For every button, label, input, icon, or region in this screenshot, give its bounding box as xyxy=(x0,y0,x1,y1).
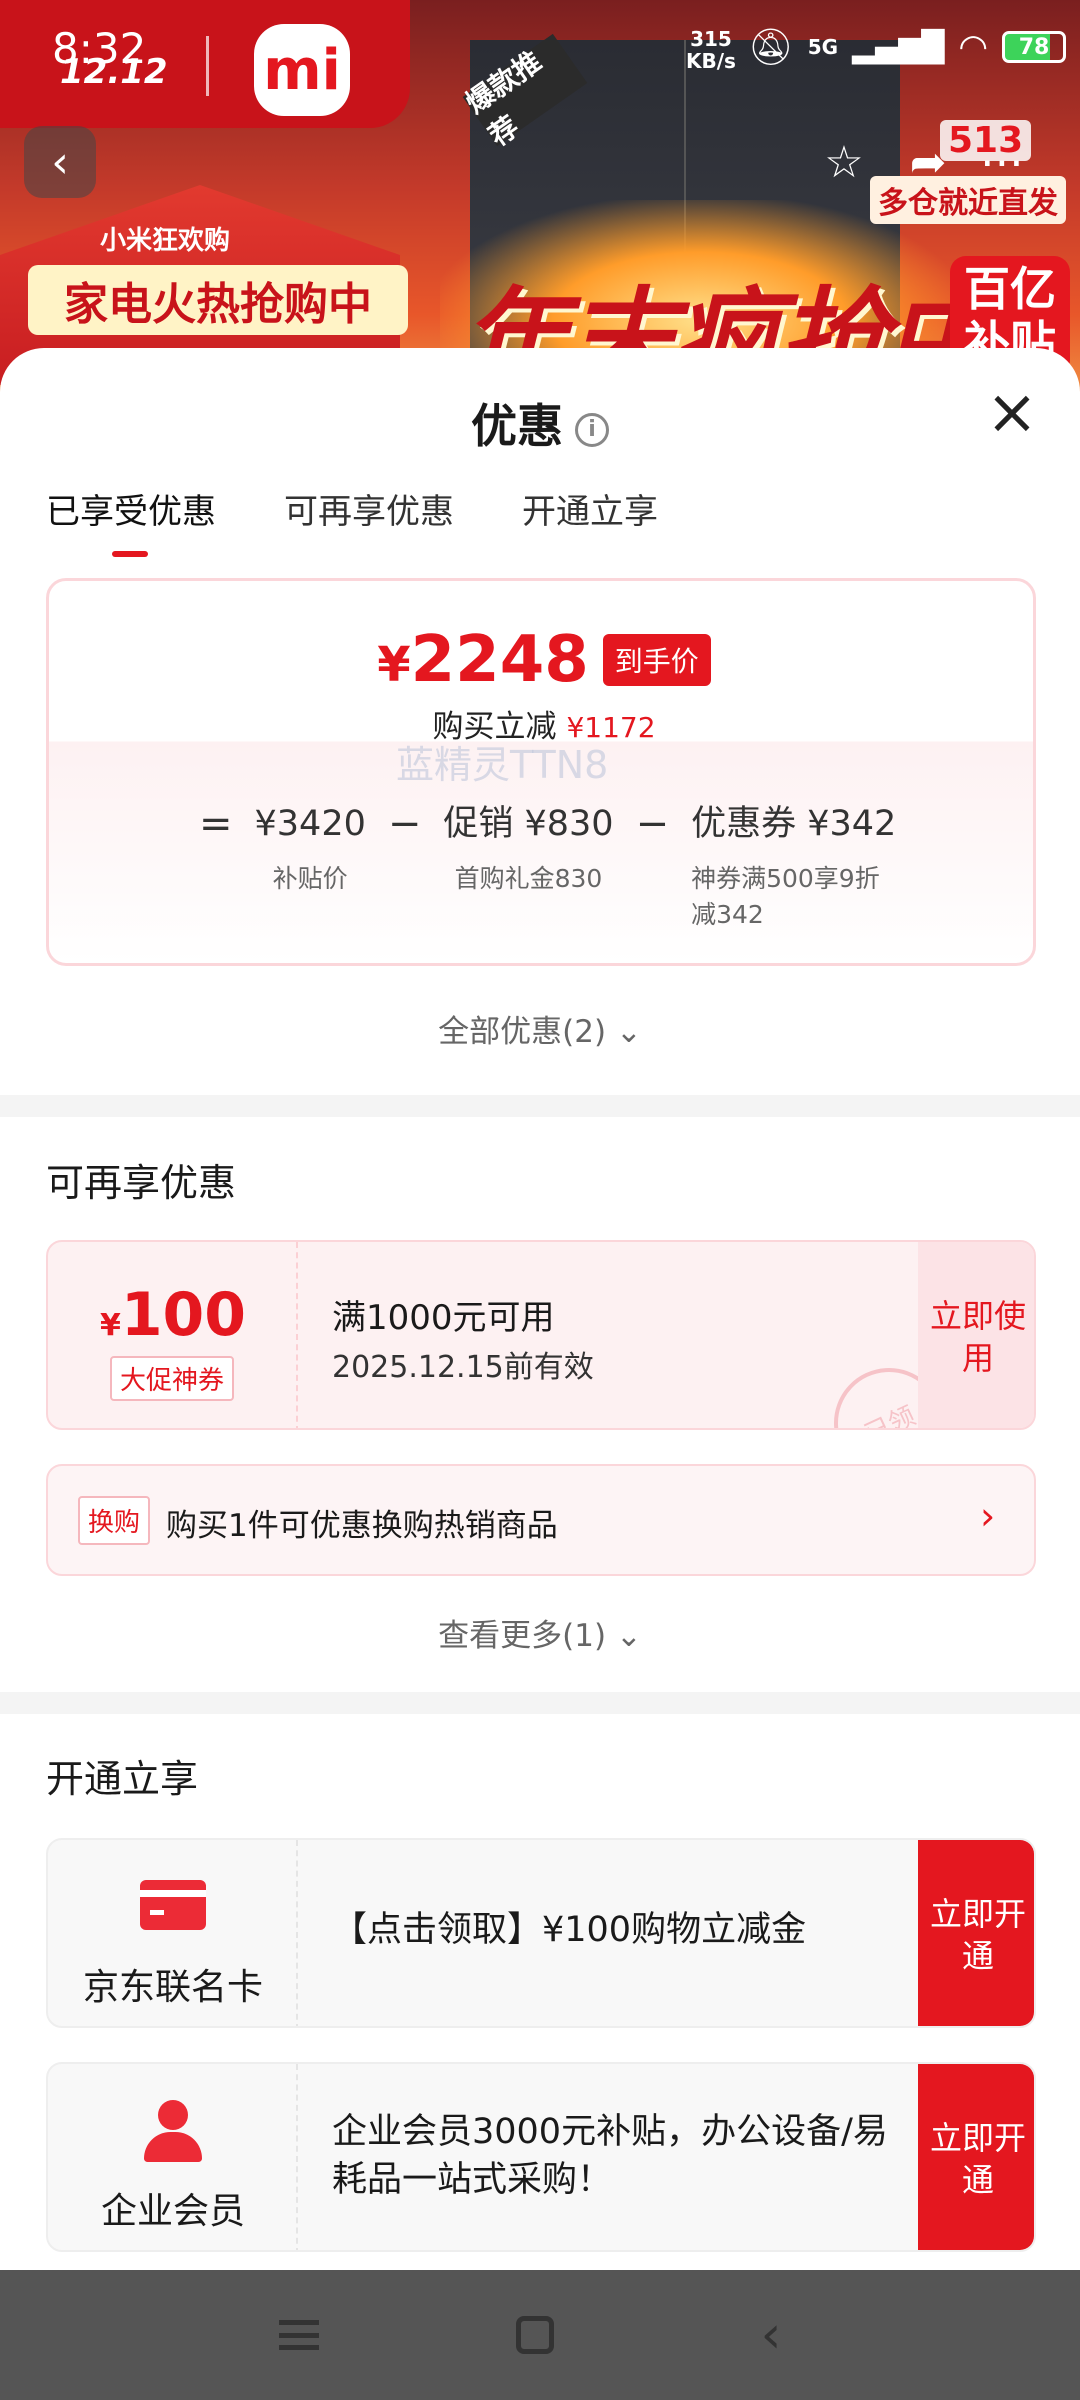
coupon-value: 100 xyxy=(120,1280,247,1350)
use-coupon-button[interactable]: 立即使用 xyxy=(918,1242,1034,1428)
all-offers-toggle[interactable]: 全部优惠(2) ⌄ xyxy=(0,1006,1080,1051)
equals-sign: = xyxy=(199,801,233,847)
final-price-tag: 到手价 xyxy=(602,634,711,686)
user-icon xyxy=(140,2100,206,2164)
formula-value: 优惠券 ¥342 xyxy=(691,804,897,844)
coupon-tag: 大促神券 xyxy=(110,1356,235,1401)
watermark: 蓝精灵TTN8 xyxy=(396,743,609,787)
formula-value: ¥3420 xyxy=(254,804,366,844)
price-formula: = ¥3420 补贴价 − 促销 ¥830 首购礼金830 − 优惠券 ¥342… xyxy=(199,803,896,933)
coupon-condition: 满1000元可用 xyxy=(332,1298,555,1338)
home-button[interactable] xyxy=(500,2300,570,2370)
user-icon-head xyxy=(158,2100,188,2130)
member-type-area: 企业会员 xyxy=(48,2064,298,2250)
offers-sheet: 优惠 i × 已享受优惠 可再享优惠 开通立享 ¥2248 到手价 购买立减 ¥117… xyxy=(0,348,1080,2270)
tab-membership[interactable]: 开通立享 xyxy=(522,484,658,557)
formula-label: 神券满500享9折减342 xyxy=(691,864,880,929)
formula-value: 促销 ¥830 xyxy=(443,804,614,844)
subsidy-line1: 百亿 xyxy=(964,262,1056,316)
sheet-title-text: 优惠 xyxy=(471,399,563,453)
speed-unit: KB/s xyxy=(686,49,736,73)
mute-icon: 🔕︎ xyxy=(748,27,794,68)
offer-tabs: 已享受优惠 可再享优惠 开通立享 xyxy=(46,484,658,557)
speed-value: 315 xyxy=(690,27,732,51)
signal-icon: ▂▄▆█ xyxy=(852,29,945,65)
coupon-validity: 2025.12.15前有效 xyxy=(332,1350,594,1385)
swap-tag: 换购 xyxy=(78,1496,151,1545)
see-more-toggle[interactable]: 查看更多(1) ⌄ xyxy=(0,1610,1080,1655)
user-icon-body xyxy=(144,2132,202,2162)
more-icon[interactable]: ⋯ xyxy=(966,126,1038,198)
formula-coupon: 优惠券 ¥342 神券满500享9折减342 xyxy=(691,803,896,933)
coupon-card: ¥100 大促神券 满1000元可用 2025.12.15前有效 已领 立即使用 xyxy=(46,1240,1036,1430)
tab-more-offers[interactable]: 可再享优惠 xyxy=(284,484,454,557)
network-type: 5G xyxy=(807,35,839,59)
more-offers-title: 可再享优惠 xyxy=(46,1161,237,1205)
member-type-label: 企业会员 xyxy=(100,2191,245,2232)
coupon-amount-area: ¥100 大促神券 xyxy=(48,1242,298,1428)
member-type-label: 京东联名卡 xyxy=(82,1967,263,2008)
formula-promotion: 促销 ¥830 首购礼金830 xyxy=(443,803,613,897)
formula-subsidy-price: ¥3420 补贴价 xyxy=(255,803,366,897)
section-divider xyxy=(0,1692,1080,1714)
open-cobrand-card-button[interactable]: 立即开通 xyxy=(918,1840,1034,2026)
open-enterprise-button[interactable]: 立即开通 xyxy=(918,2064,1034,2250)
jd-cobrand-card-offer: 京东联名卡 【点击领取】¥100购物立减金 立即开通 xyxy=(46,1838,1036,2028)
tab-enjoyed[interactable]: 已享受优惠 xyxy=(46,484,216,557)
coupon-amount: ¥100 xyxy=(48,1280,298,1350)
formula-label: 首购礼金830 xyxy=(454,864,603,893)
membership-title: 开通立享 xyxy=(46,1757,199,1801)
info-icon[interactable]: i xyxy=(575,412,609,447)
wifi-icon: ◠ xyxy=(958,27,989,67)
system-nav-bar: ‹ xyxy=(0,2270,1080,2400)
share-icon[interactable]: ➦ xyxy=(892,126,964,198)
member-offer-desc: 企业会员3000元补贴，办公设备/易耗品一站式采购！ xyxy=(332,2112,888,2200)
coupon-currency: ¥ xyxy=(99,1308,121,1343)
minus-sign: − xyxy=(387,801,422,847)
status-icons: 🔕︎ 5G ▂▄▆█ ◠ 78 ϟ xyxy=(748,26,1080,68)
section-divider xyxy=(0,1095,1080,1117)
formula-label: 补贴价 xyxy=(272,864,348,893)
back-arrow-icon: ‹ xyxy=(760,2305,782,2365)
chevron-right-icon: › xyxy=(980,1494,996,1538)
home-icon xyxy=(516,2316,554,2354)
battery-icon: 78 xyxy=(1002,31,1067,63)
menu-icon xyxy=(279,2320,319,2350)
back-icon[interactable]: ‹ xyxy=(24,126,96,198)
network-speed: 315 KB/s xyxy=(686,28,736,72)
enterprise-member-offer: 企业会员 企业会员3000元补贴，办公设备/易耗品一站式采购！ 立即开通 xyxy=(46,2062,1036,2252)
swap-offer-row[interactable]: 换购 购买1件可优惠换购热销商品 › xyxy=(46,1464,1036,1576)
sheet-title: 优惠 i xyxy=(0,390,1080,456)
close-icon[interactable]: × xyxy=(984,381,1040,443)
final-price-currency: ¥ xyxy=(377,637,411,693)
promo-banner-small: 小米狂欢购 xyxy=(100,226,231,256)
minus-sign: − xyxy=(635,801,670,847)
final-price-value: 2248 xyxy=(410,623,589,697)
credit-card-icon xyxy=(140,1880,206,1930)
back-nav-button[interactable]: ‹ xyxy=(736,2300,806,2370)
member-offer-desc: 【点击领取】¥100购物立减金 xyxy=(332,1910,807,1950)
swap-text: 购买1件可优惠换购热销商品 xyxy=(166,1508,558,1544)
recent-apps-button[interactable] xyxy=(264,2300,334,2370)
status-bar: 8:32 315 KB/s 🔕︎ 5G ▂▄▆█ ◠ 78 ϟ xyxy=(0,0,1080,100)
promo-banner-main: 家电火热抢购中 xyxy=(28,265,408,335)
final-price: ¥2248 到手价 xyxy=(49,623,1033,697)
member-type-area: 京东联名卡 xyxy=(48,1840,298,2026)
star-icon[interactable]: ☆ xyxy=(808,126,880,198)
status-time: 8:32 xyxy=(52,24,147,73)
